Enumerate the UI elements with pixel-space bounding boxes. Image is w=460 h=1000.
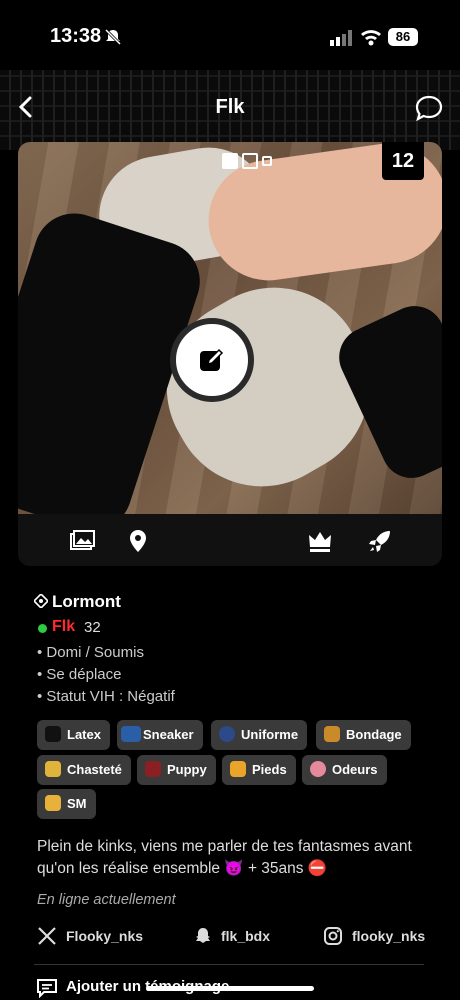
bell-muted-icon [104, 28, 122, 46]
battery-indicator: 86 [388, 28, 418, 46]
tag-pieds[interactable]: Pieds [222, 755, 296, 785]
online-status: En ligne actuellement [37, 892, 176, 908]
pager-dot[interactable] [242, 152, 258, 169]
chain-icon [324, 726, 340, 742]
social-x-handle[interactable]: Flooky_nks [66, 928, 143, 944]
instagram-icon[interactable] [323, 926, 343, 946]
puppy-mask-icon [145, 761, 161, 777]
wifi-icon [361, 30, 381, 46]
tag-uniforme[interactable]: Uniforme [211, 720, 308, 750]
location-target-icon [34, 594, 48, 608]
snapchat-icon[interactable] [193, 926, 213, 946]
social-snapchat-handle[interactable]: flk_bdx [221, 928, 270, 944]
tag-sneaker[interactable]: Sneaker [117, 720, 203, 750]
tag-sm[interactable]: SM [37, 789, 96, 819]
location-pin-icon[interactable] [124, 527, 152, 555]
photo-count-badge: 12 [382, 142, 424, 180]
rocket-icon[interactable] [366, 527, 394, 555]
tag-bondage[interactable]: Bondage [316, 720, 411, 750]
foot-icon [230, 761, 246, 777]
online-indicator [38, 624, 47, 633]
divider [34, 964, 424, 965]
lock-icon [45, 761, 61, 777]
profile-bio: Plein de kinks, viens me parler de tes f… [37, 838, 412, 877]
tag-chastete[interactable]: Chasteté [37, 755, 131, 785]
profile-attribute: • Domi / Soumis [37, 644, 144, 661]
tag-puppy[interactable]: Puppy [137, 755, 216, 785]
signal-icon [330, 30, 352, 46]
testimonial-icon[interactable] [36, 978, 58, 998]
profile-attribute: • Statut VIH : Négatif [37, 688, 175, 705]
page-title: Flk [215, 96, 245, 118]
home-indicator[interactable] [146, 986, 314, 991]
profile-name: Flk [52, 618, 76, 635]
pager-dot-active[interactable] [222, 152, 238, 169]
profile-action-bar [18, 514, 442, 566]
edit-pencil-icon[interactable] [198, 346, 226, 374]
profile-age: 32 [84, 619, 101, 636]
police-officer-icon [219, 726, 235, 742]
tag-odeurs[interactable]: Odeurs [302, 755, 387, 785]
social-instagram-handle[interactable]: flooky_nks [352, 928, 425, 944]
gallery-icon[interactable] [68, 527, 96, 555]
pig-nose-icon [310, 761, 326, 777]
pager-dot[interactable] [262, 155, 272, 166]
tag-latex[interactable]: Latex [37, 720, 110, 750]
photo-pager [222, 152, 276, 170]
status-time: 13:38 [50, 25, 102, 47]
profile-attribute: • Se déplace [37, 666, 122, 683]
glove-icon [45, 726, 61, 742]
chat-bubble-icon[interactable] [414, 94, 444, 122]
profile-location: Lormont [52, 592, 121, 611]
flexed-biceps-icon [45, 795, 61, 811]
x-logo-icon[interactable] [37, 926, 57, 946]
sneaker-icon [121, 726, 141, 742]
crown-icon[interactable] [306, 527, 334, 555]
